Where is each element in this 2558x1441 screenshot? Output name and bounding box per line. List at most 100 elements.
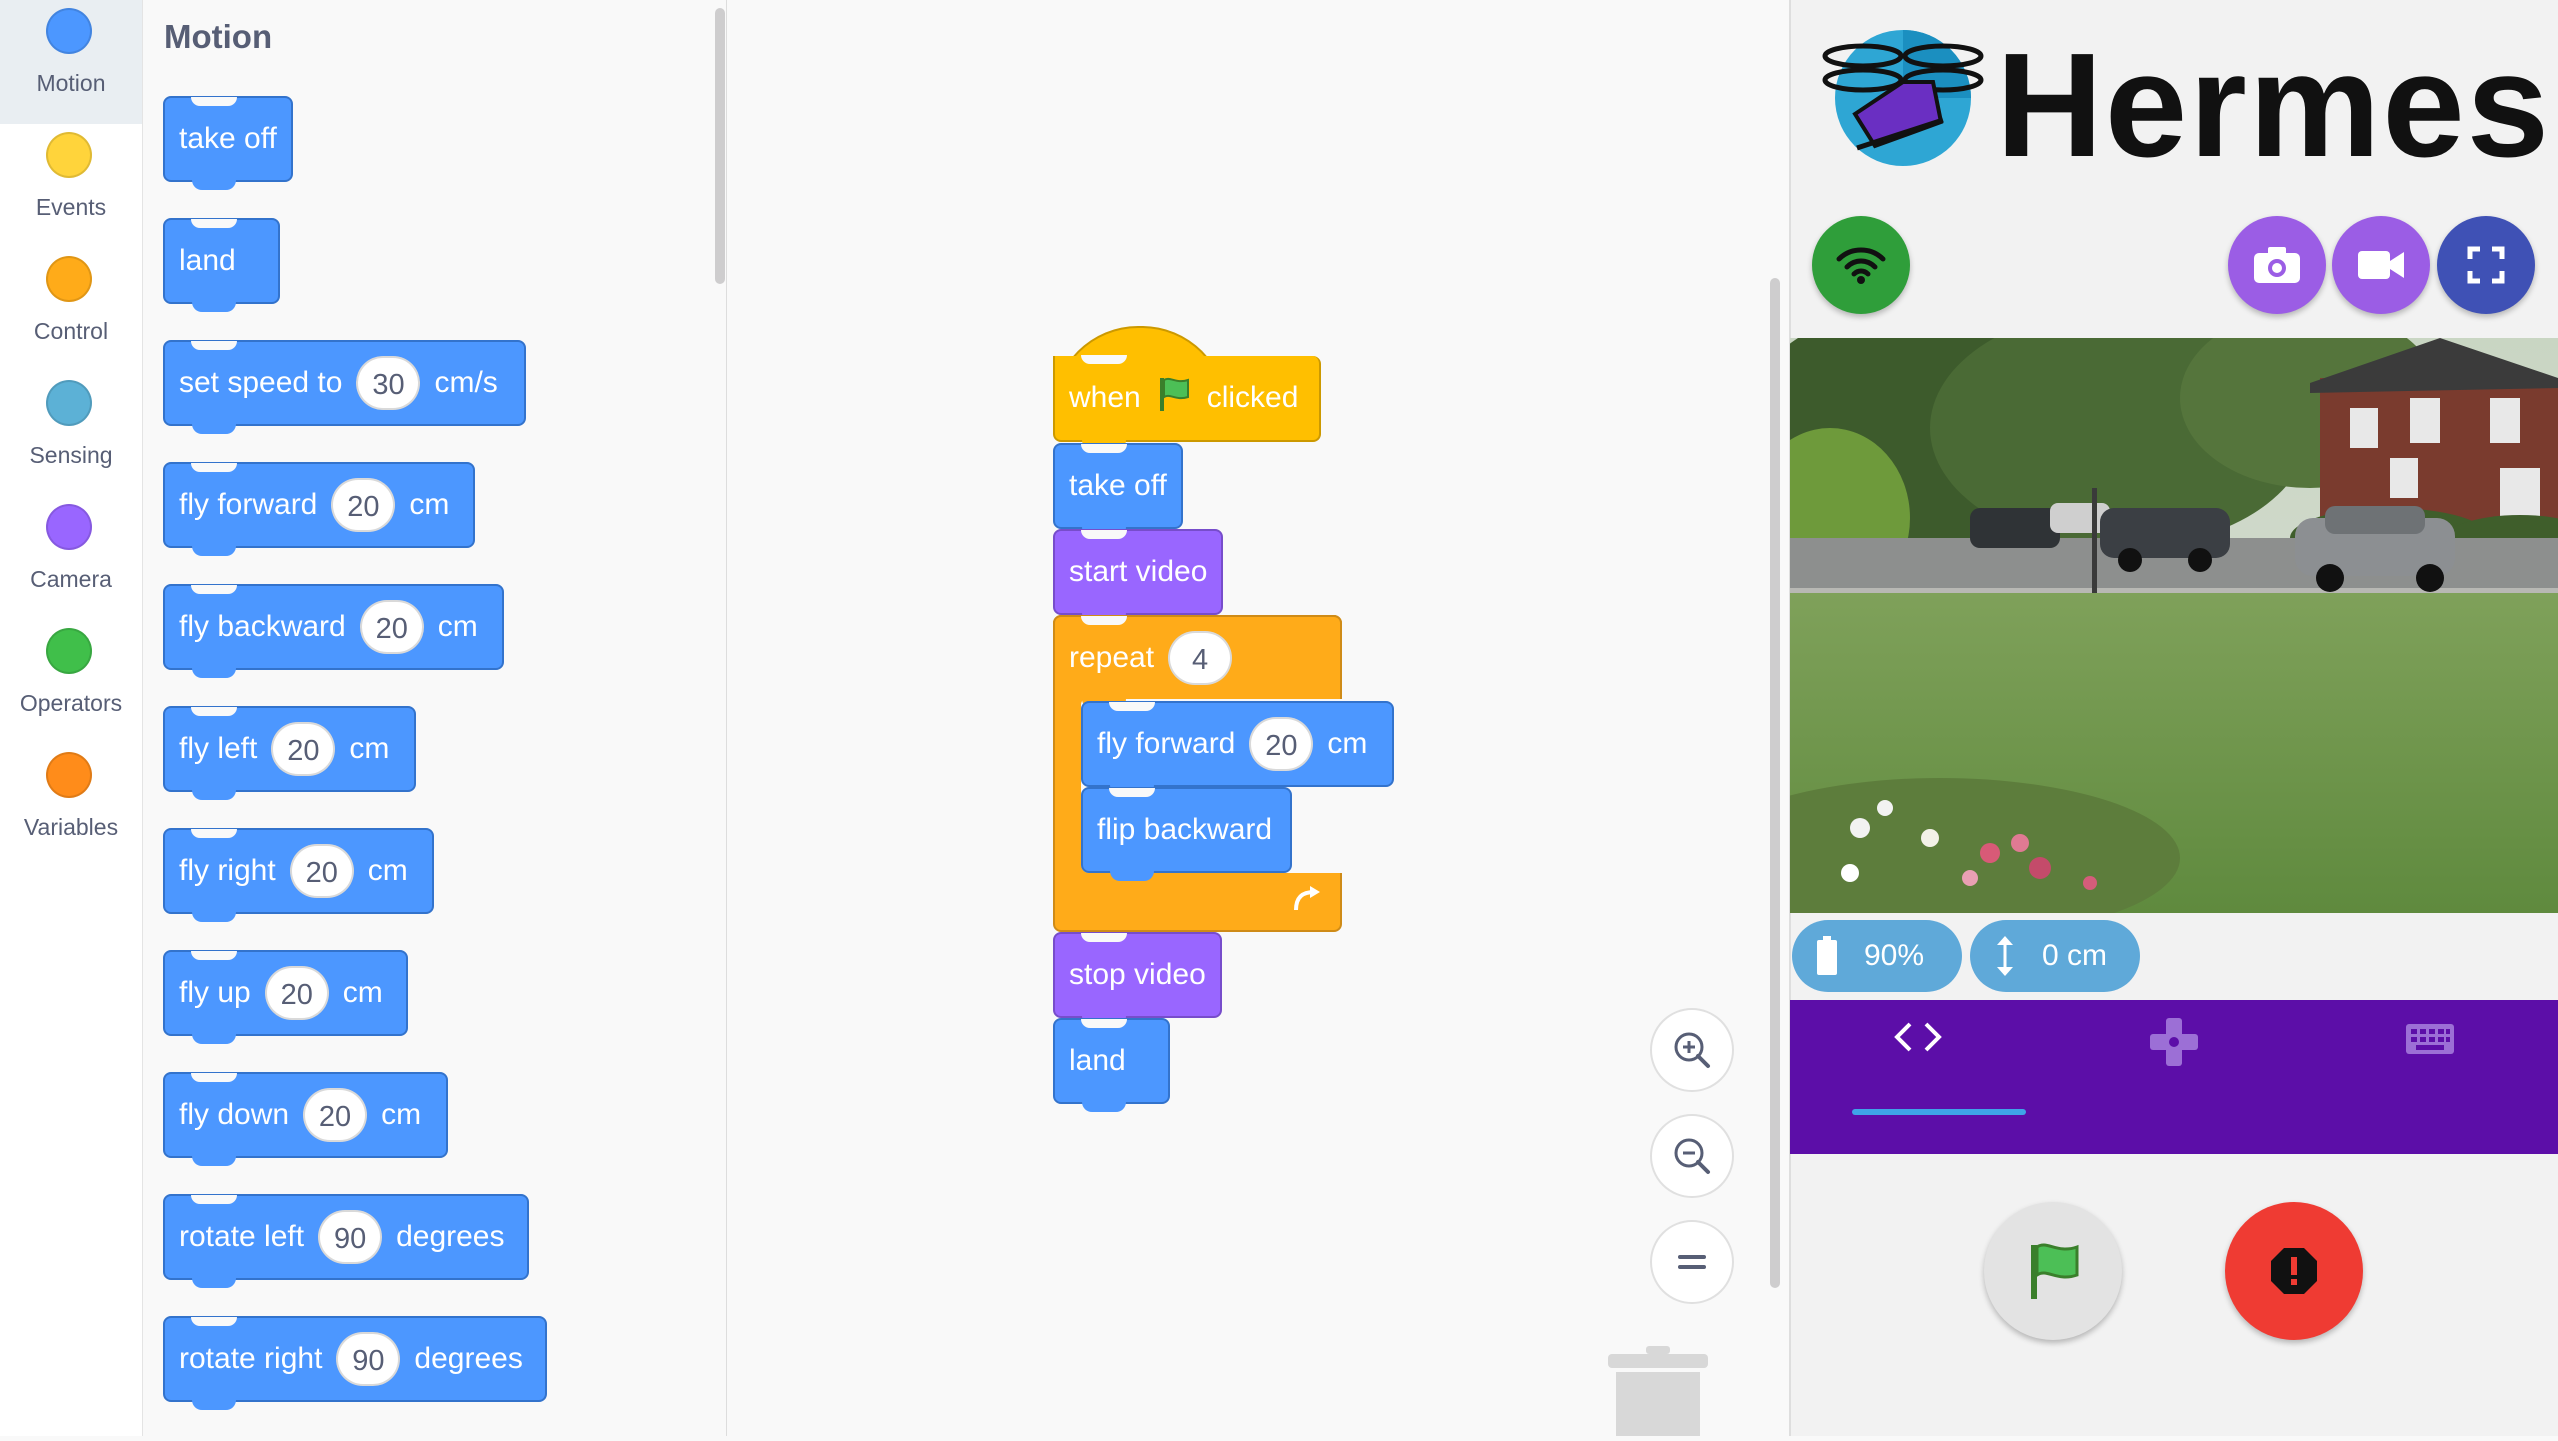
- block-label: land: [179, 244, 236, 277]
- unit-label: cm/s: [434, 366, 498, 399]
- block-label: fly forward: [179, 488, 318, 521]
- category-sensing[interactable]: Sensing: [0, 372, 142, 496]
- zoom-reset-icon: [1678, 1255, 1706, 1269]
- keyboard-icon: [2406, 1024, 2454, 1054]
- block-fly-forward[interactable]: fly forward 20 cm: [1081, 701, 1394, 795]
- code-icon: [1894, 1022, 1942, 1052]
- record-video-button[interactable]: [2332, 216, 2430, 314]
- gamepad-icon: [2150, 1018, 2198, 1066]
- operators-color-dot: [46, 628, 92, 674]
- block-when-flag-clicked[interactable]: when clicked: [1053, 355, 1321, 450]
- block-label: start video: [1069, 555, 1208, 588]
- emergency-stop-button[interactable]: [2225, 1202, 2363, 1340]
- unit-label: degrees: [414, 1342, 523, 1375]
- hermes-logo: [1815, 22, 1991, 173]
- app-title: Hermes: [1996, 23, 2552, 188]
- block-label: rotate right: [179, 1342, 323, 1375]
- block-label: fly forward: [1097, 727, 1236, 760]
- video-camera-icon: [2358, 251, 2404, 279]
- battery-status: 90%: [1792, 920, 1962, 992]
- block-flip-backward[interactable]: flip backward: [1081, 787, 1292, 881]
- category-motion[interactable]: Motion: [0, 0, 142, 124]
- zoom-out-button[interactable]: [1650, 1114, 1734, 1198]
- block-label: when: [1069, 381, 1141, 414]
- block-take-off[interactable]: take off: [163, 96, 293, 190]
- tab-keyboard[interactable]: [2302, 1000, 2558, 1154]
- block-fly-backward[interactable]: fly backward 20 cm: [163, 584, 504, 678]
- fullscreen-icon: [2467, 246, 2505, 284]
- block-label: take off: [179, 122, 277, 155]
- zoom-reset-button[interactable]: [1650, 1220, 1734, 1304]
- block-stop-video[interactable]: stop video: [1053, 932, 1222, 1026]
- unit-label: cm: [437, 610, 478, 643]
- distance-input[interactable]: 20: [303, 1088, 368, 1142]
- battery-icon: [1817, 936, 1837, 975]
- block-land[interactable]: land: [1053, 1018, 1170, 1112]
- distance-input[interactable]: 20: [271, 722, 336, 776]
- block-set-speed[interactable]: set speed to 30 cm/s: [163, 340, 526, 434]
- distance-input[interactable]: 20: [1249, 717, 1314, 771]
- block-rotate-right[interactable]: rotate right 90 degrees: [163, 1316, 547, 1410]
- zoom-in-button[interactable]: [1650, 1008, 1734, 1092]
- unit-label: degrees: [396, 1220, 505, 1253]
- camera-color-dot: [46, 504, 92, 550]
- angle-input[interactable]: 90: [318, 1210, 383, 1264]
- block-label: land: [1069, 1044, 1126, 1077]
- distance-input[interactable]: 20: [331, 478, 396, 532]
- block-fly-right[interactable]: fly right 20 cm: [163, 828, 434, 922]
- fullscreen-button[interactable]: [2437, 216, 2535, 314]
- trash-can-icon[interactable]: [1606, 1346, 1710, 1441]
- active-tab-indicator: [1852, 1109, 2026, 1115]
- block-label: fly up: [179, 976, 251, 1009]
- wifi-icon: [1836, 247, 1886, 284]
- variables-color-dot: [46, 752, 92, 798]
- workspace-scrollbar[interactable]: [1770, 278, 1780, 1288]
- unit-label: cm: [1327, 727, 1368, 760]
- category-events[interactable]: Events: [0, 124, 142, 248]
- block-fly-down[interactable]: fly down 20 cm: [163, 1072, 448, 1166]
- distance-input[interactable]: 20: [359, 600, 424, 654]
- category-label: Control: [33, 318, 109, 344]
- repeat-header[interactable]: repeat 4: [1053, 615, 1342, 709]
- zoom-out-icon: [1674, 1138, 1710, 1174]
- category-operators[interactable]: Operators: [0, 620, 142, 744]
- category-menu: Motion Events Control Sensing Camera Ope…: [0, 0, 143, 1436]
- block-take-off[interactable]: take off: [1053, 443, 1183, 537]
- run-green-flag-button[interactable]: [1984, 1202, 2122, 1340]
- block-label: rotate left: [179, 1220, 305, 1253]
- flyout-scrollbar[interactable]: [715, 8, 725, 284]
- sensing-color-dot: [46, 380, 92, 426]
- category-label: Operators: [19, 690, 123, 716]
- tab-code[interactable]: [1790, 1000, 2046, 1154]
- category-control[interactable]: Control: [0, 248, 142, 372]
- category-camera[interactable]: Camera: [0, 496, 142, 620]
- distance-input[interactable]: 20: [289, 844, 354, 898]
- block-label: fly backward: [179, 610, 346, 643]
- take-photo-button[interactable]: [2228, 216, 2326, 314]
- zoom-in-icon: [1674, 1032, 1710, 1068]
- block-label: take off: [1069, 469, 1167, 502]
- block-fly-left[interactable]: fly left 20 cm: [163, 706, 416, 800]
- block-label: set speed to: [179, 366, 343, 399]
- block-fly-up[interactable]: fly up 20 cm: [163, 950, 408, 1044]
- block-fly-forward[interactable]: fly forward 20 cm: [163, 462, 475, 556]
- speed-input[interactable]: 30: [356, 356, 421, 410]
- green-flag-icon: [1155, 375, 1193, 421]
- wifi-connect-button[interactable]: [1812, 216, 1910, 314]
- unit-label: cm: [409, 488, 450, 521]
- block-land[interactable]: land: [163, 218, 280, 312]
- block-label: stop video: [1069, 958, 1206, 991]
- unit-label: cm: [349, 732, 390, 765]
- repeat-count-input[interactable]: 4: [1168, 631, 1233, 685]
- distance-input[interactable]: 20: [264, 966, 329, 1020]
- height-reading: 0 cm: [2042, 939, 2108, 972]
- block-start-video[interactable]: start video: [1053, 529, 1223, 623]
- category-variables[interactable]: Variables: [0, 744, 142, 868]
- block-label: fly right: [179, 854, 276, 887]
- category-label: Variables: [23, 814, 119, 840]
- block-rotate-left[interactable]: rotate left 90 degrees: [163, 1194, 529, 1288]
- tab-gamepad[interactable]: [2046, 1000, 2302, 1154]
- angle-input[interactable]: 90: [336, 1332, 401, 1386]
- battery-level: 90%: [1864, 939, 1925, 972]
- unit-label: cm: [381, 1098, 422, 1131]
